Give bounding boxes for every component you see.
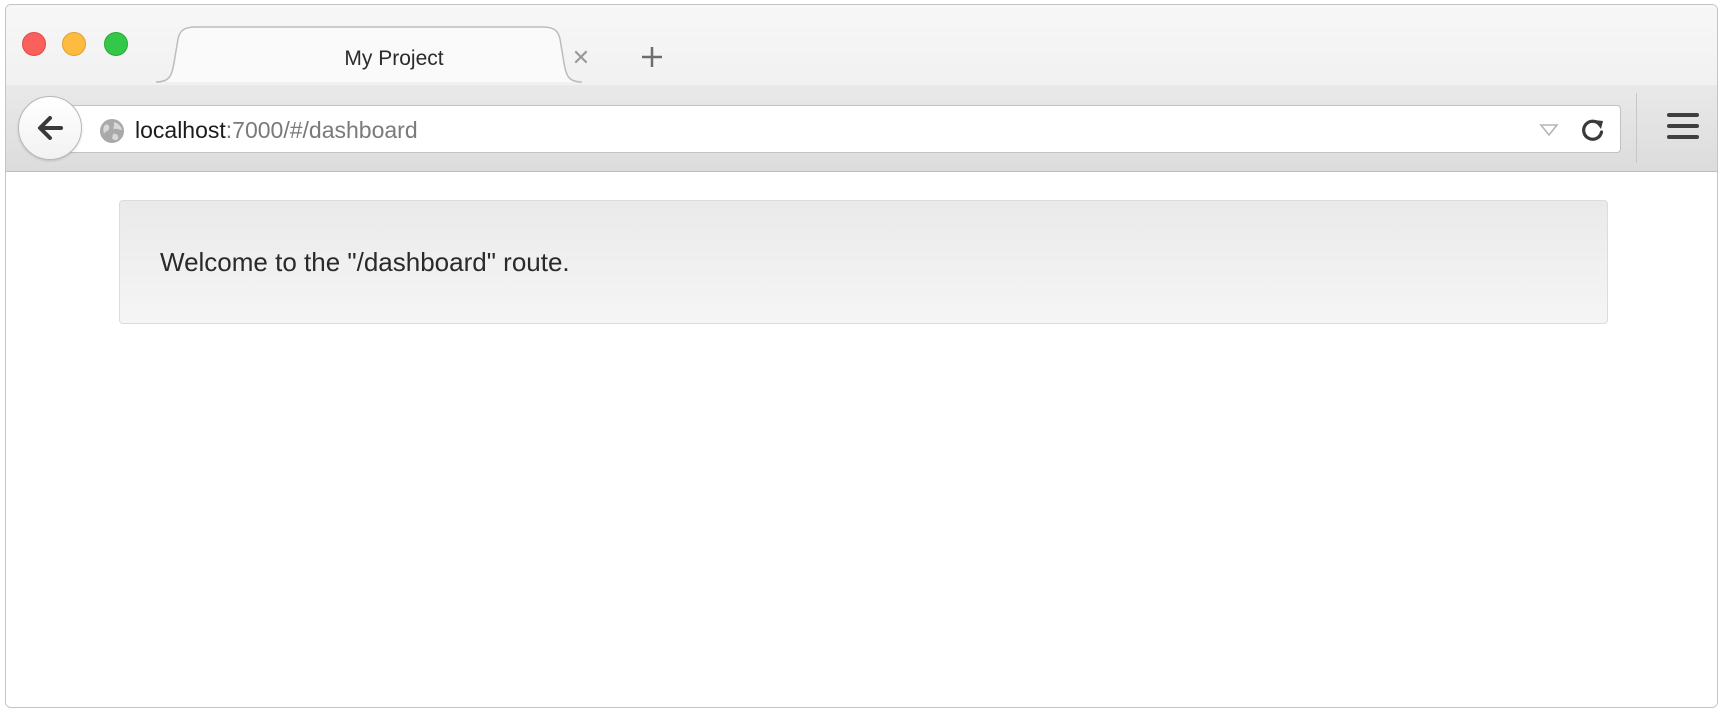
url-path: :7000/#/dashboard xyxy=(225,117,418,143)
address-bar[interactable]: localhost:7000/#/dashboard xyxy=(66,105,1621,153)
tab-my-project[interactable]: My Project ✕ xyxy=(156,25,632,87)
reload-icon[interactable] xyxy=(1580,117,1606,143)
tab-close-icon[interactable]: ✕ xyxy=(570,47,592,69)
window-minimize-button[interactable] xyxy=(62,32,86,56)
page-content: Welcome to the "/dashboard" route. xyxy=(6,172,1717,707)
globe-icon xyxy=(99,118,125,144)
window-close-button[interactable] xyxy=(22,32,46,56)
url-text[interactable]: localhost:7000/#/dashboard xyxy=(135,117,418,144)
url-host: localhost xyxy=(135,117,226,143)
welcome-panel: Welcome to the "/dashboard" route. xyxy=(119,200,1608,324)
chevron-down-icon[interactable] xyxy=(1539,123,1559,137)
back-button[interactable] xyxy=(18,96,82,160)
tab-bar: My Project ✕ xyxy=(6,5,1717,86)
welcome-message: Welcome to the "/dashboard" route. xyxy=(160,247,570,277)
browser-window: My Project ✕ localhost:7000/#/dashboard xyxy=(5,4,1718,708)
tab-title: My Project xyxy=(344,47,444,70)
window-maximize-button[interactable] xyxy=(104,32,128,56)
plus-icon[interactable] xyxy=(638,43,666,71)
toolbar-divider xyxy=(1636,93,1637,163)
navigation-bar: localhost:7000/#/dashboard xyxy=(6,85,1717,172)
hamburger-menu-icon[interactable] xyxy=(1666,111,1700,141)
back-arrow-icon xyxy=(38,116,63,140)
